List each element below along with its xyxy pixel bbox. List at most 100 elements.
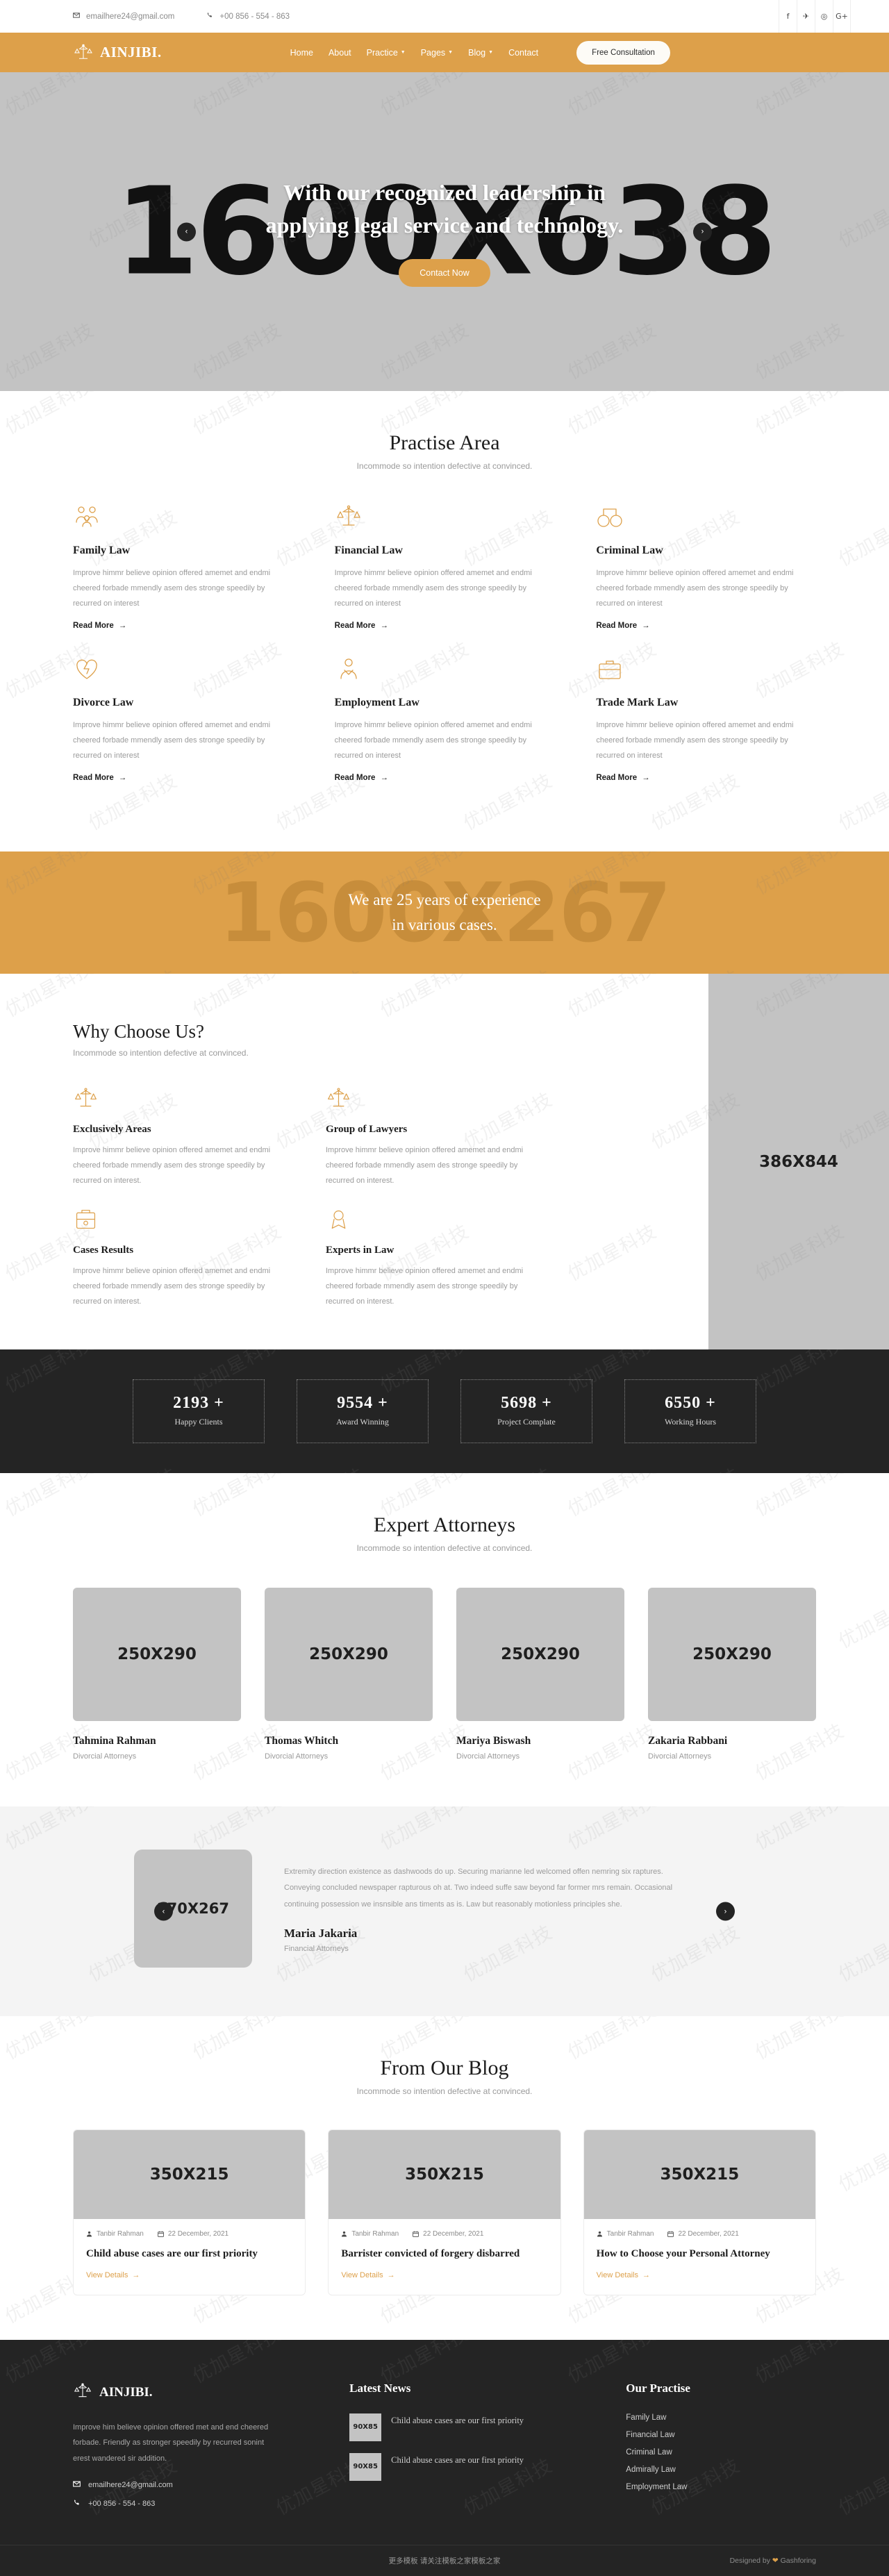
view-details-link[interactable]: View Details → [86,2271,140,2279]
footer-practise-link[interactable]: Admirally Law [626,2466,816,2474]
attorney-card[interactable]: 250X290 Mariya Biswash Divorcial Attorne… [456,1588,624,1761]
hero-next-button[interactable]: › [693,222,712,241]
view-details-link[interactable]: View Details → [341,2271,394,2279]
read-more-label: Read More [334,622,376,630]
site-logo[interactable]: AINJIBI. [73,42,162,63]
envelope-icon [73,12,80,21]
why-card[interactable]: Experts in Law Improve himmr believe opi… [326,1206,531,1309]
chevron-down-icon: ▼ [400,50,406,55]
arrow-right-icon: → [642,622,650,630]
site-footer: 优加星科技 优加星科技 优加星科技 优加星科技 优加星科技 优加星科技 优加星科技 优加星科技… [0,2339,889,2576]
blog-card[interactable]: 350X215 Tanbir Rahman 22 December, 2021 … [583,2129,816,2295]
attorney-name: Zakaria Rabbani [648,1735,728,1747]
broken-heart-icon [73,655,293,685]
view-details-link[interactable]: View Details → [597,2271,650,2279]
why-card[interactable]: Group of Lawyers Improve himmr believe o… [326,1086,531,1188]
practise-card[interactable]: Divorce Law Improve himmr believe opinio… [73,655,293,807]
topbar-email[interactable]: emailhere24@gmail.com [73,12,174,21]
experience-banner: 优加星科技优加星科技优加星科技优加星科技优加星科技优加星科技优加星科技优加星科技… [0,851,889,974]
blog-image: 350X215 [74,2130,306,2219]
read-more-link[interactable]: Read More → [73,774,126,782]
topbar-phone[interactable]: +00 856 - 554 - 863 [206,12,290,21]
attorney-card[interactable]: 250X290 Thomas Whitch Divorcial Attorney… [265,1588,433,1761]
facebook-icon[interactable]: f [779,0,797,33]
footer-practise-link[interactable]: Financial Law [626,2431,816,2439]
hero-contact-button[interactable]: Contact Now [399,258,490,287]
counter-label: Working Hours [664,1417,717,1427]
practise-card-title: Family Law [73,545,131,556]
footer-news-item[interactable]: 90X85 Child abuse cases are our first pr… [349,2413,587,2441]
why-card[interactable]: Exclusively Areas Improve himmr believe … [73,1086,279,1188]
nav-item-contact[interactable]: Contact [508,48,538,58]
nav-item-blog[interactable]: Blog ▼ [468,48,493,58]
practise-card[interactable]: Employment Law Improve himmr believe opi… [335,655,555,807]
calendar-icon [413,2231,419,2237]
nav-item-home[interactable]: Home [290,48,313,58]
counter-row: 2193 + Happy Clients 9554 + Award Winnin… [38,1379,851,1443]
envelope-icon [73,2480,81,2490]
footer-brand-name: AINJIBI. [99,2385,153,2400]
footer-practise-link[interactable]: Employment Law [626,2483,816,2491]
footer-practise-link[interactable]: Criminal Law [626,2448,816,2457]
read-more-link[interactable]: Read More → [73,622,126,630]
footer-email[interactable]: emailhere24@gmail.com [73,2480,310,2490]
practise-card[interactable]: Criminal Law Improve himmr believe opini… [596,503,816,655]
footer-logo[interactable]: AINJIBI. [73,2382,310,2404]
why-card-desc: Improve himmr believe opinion offered am… [73,1267,271,1306]
practise-card[interactable]: Trade Mark Law Improve himmr believe opi… [596,655,816,807]
read-more-link[interactable]: Read More → [596,622,649,630]
read-more-link[interactable]: Read More → [335,774,388,782]
nav-item-contact-label: Contact [508,47,539,58]
practise-card-grid: Family Law Improve himmr believe opinion… [73,503,816,807]
blog-card[interactable]: 350X215 Tanbir Rahman 22 December, 2021 … [328,2129,561,2295]
brand-name: AINJIBI. [100,44,162,60]
scales-icon [335,503,555,533]
person-icon [597,2231,603,2237]
nav-item-pages[interactable]: Pages ▼ [421,48,453,58]
topbar-phone-text: +00 856 - 554 - 863 [219,12,290,21]
why-card[interactable]: Cases Results Improve himmr believe opin… [73,1206,279,1309]
blog-card[interactable]: 350X215 Tanbir Rahman 22 December, 2021 … [73,2129,306,2295]
footer-bottom-center-text: 更多模板 请关注模板之家模板之家 [388,2557,501,2566]
footer-news-title-text: Child abuse cases are our first priority [391,2454,524,2465]
attorney-card[interactable]: 250X290 Tahmina Rahman Divorcial Attorne… [73,1588,241,1761]
social-links: f ✈ ◎ G+ [779,0,851,33]
attorney-card[interactable]: 250X290 Zakaria Rabbani Divorcial Attorn… [648,1588,816,1761]
why-title: Why Choose Us? [73,1021,204,1042]
footer-news-title: Latest News [349,2381,411,2395]
testimonial-photo: 270X267 [134,1850,252,1968]
footer-designed-by[interactable]: Designed by ❤ Gashforing [730,2557,816,2565]
counter-value: 5698 + [501,1394,552,1412]
read-more-link[interactable]: Read More → [596,774,649,782]
nav-item-practice[interactable]: Practice ▼ [367,48,406,58]
free-consultation-button[interactable]: Free Consultation [576,40,670,65]
practise-card[interactable]: Financial Law Improve himmr believe opin… [335,503,555,655]
practise-card[interactable]: Family Law Improve himmr believe opinion… [73,503,293,655]
designed-by-prefix: Designed by [729,2557,770,2566]
attorneys-title: Expert Attorneys [373,1513,516,1536]
footer-news-item[interactable]: 90X85 Child abuse cases are our first pr… [349,2452,587,2481]
footer-phone[interactable]: +00 856 - 554 - 863 [73,2499,310,2509]
nav-item-practice-label: Practice [366,47,398,58]
hero-prev-button[interactable]: ‹ [177,222,196,241]
google-plus-icon[interactable]: G+ [833,0,851,33]
read-more-label: Read More [596,774,638,782]
practise-title: Practise Area [389,431,500,454]
designed-by-name: Gashforing [780,2557,816,2566]
attorney-photo: 250X290 [648,1588,816,1721]
testimonial-prev-button[interactable]: ‹ [154,1902,173,1921]
attorney-photo: 250X290 [456,1588,624,1721]
nav-item-about[interactable]: About [329,48,351,58]
read-more-link[interactable]: Read More → [335,622,388,630]
twitter-icon[interactable]: ✈ [797,0,815,33]
testimonial-section: 优加星科技 优加星科技 优加星科技 优加星科技 优加星科技 优加星科技 优加星科技 优加星科技… [0,1806,889,2016]
blog-author-text: Tanbir Rahman [606,2230,654,2238]
family-icon [73,503,293,533]
footer-practise-link[interactable]: Family Law [626,2413,816,2422]
instagram-icon[interactable]: ◎ [815,0,833,33]
attorney-photo: 250X290 [73,1588,241,1721]
testimonial-next-button[interactable]: › [716,1902,735,1921]
testimonial-author-role: Financial Attorneys [284,1944,349,1953]
blog-date-text: 22 December, 2021 [423,2230,484,2238]
topbar-email-text: emailhere24@gmail.com [86,12,175,21]
